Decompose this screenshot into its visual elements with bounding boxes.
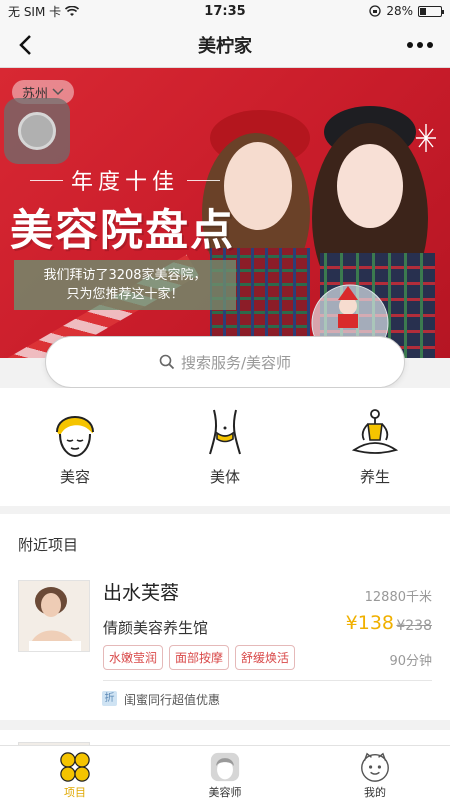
tag: 舒缓焕活: [235, 645, 296, 670]
duration-label: 90分钟: [389, 654, 432, 669]
body-waist-icon: [209, 409, 241, 455]
tab-label: 我的: [364, 786, 386, 799]
back-button[interactable]: [12, 31, 38, 59]
subtitle-rule-right: [187, 179, 221, 181]
banner-desc-line2: 只为您推荐这十家！: [66, 287, 184, 302]
category-label: 美容: [59, 468, 90, 486]
service-photo: [19, 581, 89, 651]
search-placeholder: 搜索服务/美容师: [180, 353, 292, 372]
divider: [103, 680, 432, 681]
discount-icon: 折: [102, 691, 117, 706]
tab-label: 项目: [64, 786, 86, 799]
original-price: ¥238: [396, 618, 432, 634]
tag: 面部按摩: [169, 645, 230, 670]
bottom-tab-bar: 项目 美容师 我的: [0, 745, 450, 800]
category-body[interactable]: 美体: [175, 388, 275, 506]
tag: 水嫩莹润: [103, 645, 164, 670]
section-title: 附近项目: [18, 536, 79, 554]
tab-mine[interactable]: 我的: [330, 746, 420, 800]
banner-title: 美容院盘点: [10, 206, 235, 256]
price: ¥138: [345, 612, 394, 634]
face-beauty-icon: [56, 416, 94, 458]
distance-label: 12880千米: [364, 590, 432, 605]
page-title: 美柠家: [198, 35, 252, 57]
meditation-icon: [351, 409, 399, 454]
search-input[interactable]: 搜索服务/美容师: [45, 336, 405, 388]
category-beauty[interactable]: 美容: [25, 388, 125, 506]
record-icon: [18, 112, 56, 150]
profile-face-icon: [361, 752, 389, 782]
more-button[interactable]: [406, 36, 434, 54]
status-time: 17:35: [204, 3, 246, 19]
category-wellness[interactable]: 养生: [325, 388, 425, 506]
battery-icon: [418, 5, 444, 17]
search-icon: [159, 354, 175, 370]
tab-beautician[interactable]: 美容师: [180, 746, 270, 800]
status-bar: 无 SIM 卡 17:35 28%: [0, 0, 450, 22]
beautician-icon: [210, 752, 240, 782]
tab-projects[interactable]: 项目: [30, 746, 120, 800]
service-name: 出水芙蓉: [103, 582, 180, 604]
service-thumbnail[interactable]: [18, 580, 90, 652]
category-label: 养生: [359, 468, 390, 486]
category-label: 美体: [209, 468, 240, 486]
chevron-left-icon: [19, 35, 31, 55]
tab-label: 美容师: [208, 786, 242, 799]
promo-text: 闺蜜同行超值优惠: [124, 693, 221, 707]
orientation-lock-icon: [369, 5, 381, 17]
subtitle-rule-left: [30, 179, 63, 181]
shop-name: 倩颜美容养生馆: [103, 619, 209, 637]
project-grid-icon: [60, 752, 90, 782]
banner-description: 我们拜访了3208家美容院， 只为您推荐这十家！: [14, 260, 236, 310]
tag-list: 水嫩莹润 面部按摩 舒缓焕活: [103, 645, 296, 670]
battery-percent: 28%: [386, 4, 413, 18]
sparkle-icon: [416, 124, 436, 152]
more-dots-icon: [407, 42, 413, 48]
nearby-section: 附近项目 出水芙蓉 12880千米 倩颜美容养生馆 ¥138 ¥238 水嫩莹润…: [0, 514, 450, 720]
nav-bar: 美柠家: [0, 22, 450, 68]
banner-subtitle: 年度十佳: [71, 170, 180, 195]
banner-desc-line1: 我们拜访了3208家美容院，: [43, 268, 207, 283]
carrier-label: 无 SIM 卡: [8, 4, 62, 19]
chevron-down-icon: [52, 88, 64, 96]
category-row: 美容 美体 养生: [0, 388, 450, 506]
promo-banner[interactable]: 苏州 年度十佳 美容院盘点 我们拜访了3208家美容院， 只为您推荐这十家！: [0, 68, 450, 358]
floating-record-button[interactable]: [4, 98, 70, 164]
wifi-icon: [65, 5, 80, 16]
